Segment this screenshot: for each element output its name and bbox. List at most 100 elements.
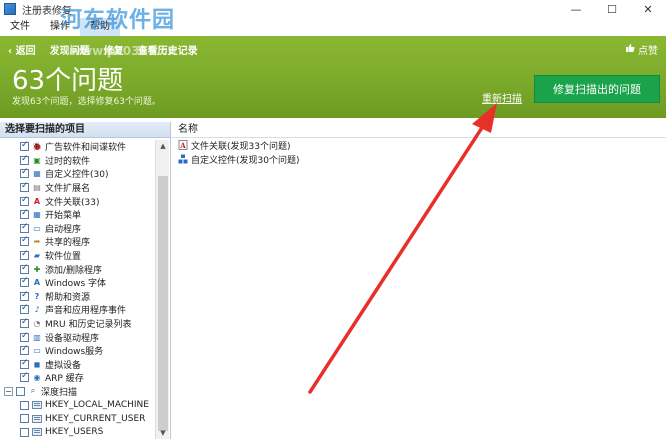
deep-scan-group[interactable]: − ⌕ 深度扫描 <box>0 385 155 399</box>
problem-summary: 发现63个问题，选择修复63个问题。 <box>12 97 161 107</box>
scan-items-tree: 🐞广告软件和间谍软件▣过时的软件▦自定义控件(30)▤文件扩展名A文件关联(33… <box>0 140 155 439</box>
scan-item[interactable]: ? 帮助和资源 <box>0 290 155 304</box>
scan-item-checkbox[interactable] <box>20 371 29 383</box>
scan-item-checkbox[interactable] <box>20 276 29 288</box>
add-remove-icon: ✚ <box>33 264 41 274</box>
scan-item[interactable]: ◼ 虚拟设备 <box>0 358 155 372</box>
svg-text:A: A <box>179 141 186 150</box>
registry-icon <box>32 427 42 437</box>
location-icon: ▰ <box>33 251 41 261</box>
registry-hive-label: HKEY_CURRENT_USER <box>45 413 146 424</box>
column-header-name[interactable]: 名称 <box>172 122 666 138</box>
maximize-button[interactable]: ☐ <box>594 0 630 18</box>
scan-item[interactable]: ▦ 自定义控件(30) <box>0 167 155 181</box>
scan-item[interactable]: ▥ 设备驱动程序 <box>0 330 155 344</box>
registry-hive-item[interactable]: HKEY_LOCAL_MACHINE <box>0 398 155 412</box>
scan-item-label: 启动程序 <box>45 224 82 235</box>
scan-item[interactable]: ▤ 文件扩展名 <box>0 181 155 195</box>
thumbs-up-icon <box>625 43 635 56</box>
scan-items-title: 选择要扫描的项目 <box>0 122 170 138</box>
scan-item-label: ARP 缓存 <box>45 374 84 385</box>
scan-item[interactable]: ◉ ARP 缓存 <box>0 371 155 385</box>
deep-scan-checkbox[interactable] <box>16 386 25 396</box>
scan-item-checkbox[interactable] <box>20 235 29 247</box>
scan-item[interactable]: ▭ 启动程序 <box>0 222 155 236</box>
arp-icon: ◉ <box>33 373 41 383</box>
like-button[interactable]: 点赞 <box>625 42 658 57</box>
result-row[interactable]: A 文件关联(发现33个问题) <box>172 138 666 152</box>
scroll-thumb[interactable] <box>158 176 168 431</box>
scan-item-label: 设备驱动程序 <box>45 333 100 344</box>
sound-icon: ♪ <box>34 305 40 315</box>
scan-item-checkbox[interactable] <box>20 249 29 261</box>
scan-item-checkbox[interactable] <box>20 195 29 206</box>
scan-item-checkbox[interactable] <box>20 358 29 369</box>
registry-icon <box>32 414 42 424</box>
service-icon: ▭ <box>33 346 41 356</box>
scan-item[interactable]: ➦ 共享的程序 <box>0 235 155 249</box>
scan-item[interactable]: ♪ 声音和应用程序事件 <box>0 303 155 317</box>
scan-item[interactable]: ▣ 过时的软件 <box>0 154 155 168</box>
scan-item-checkbox[interactable] <box>20 222 29 233</box>
scan-item[interactable]: ▭ Windows服务 <box>0 344 155 358</box>
scan-item-label: 虚拟设备 <box>45 360 82 371</box>
menu-file[interactable]: 文件 <box>0 18 40 36</box>
scan-item[interactable]: ▦ 开始菜单 <box>0 208 155 222</box>
scan-item-checkbox[interactable] <box>20 331 29 342</box>
scan-item-label: 帮助和资源 <box>45 292 91 303</box>
registry-hive-item[interactable]: HKEY_CURRENT_USER <box>0 412 155 426</box>
scan-item-checkbox[interactable] <box>20 263 29 274</box>
minimize-button[interactable]: — <box>558 0 594 18</box>
like-label: 点赞 <box>638 46 658 57</box>
controls-icon <box>178 154 188 164</box>
document-icon: ▤ <box>33 183 41 193</box>
scan-item-label: 声音和应用程序事件 <box>45 306 127 317</box>
scan-item-label: 添加/删除程序 <box>45 265 103 276</box>
scan-item-label: Windows服务 <box>45 347 104 358</box>
scan-item-checkbox[interactable] <box>20 167 29 179</box>
rescan-link[interactable]: 重新扫描 <box>482 90 522 105</box>
scan-item-checkbox[interactable] <box>20 290 29 301</box>
fix-problems-button[interactable]: 修复扫描出的问题 <box>534 75 660 103</box>
scan-item-checkbox[interactable] <box>20 154 29 165</box>
nav-back[interactable]: ‹ 返回 <box>8 42 36 57</box>
history-icon: ◔ <box>33 319 41 329</box>
registry-hive-checkbox[interactable] <box>20 400 29 410</box>
registry-hive-item[interactable]: HKEY_USERS <box>0 425 155 439</box>
deep-scan-label: 深度扫描 <box>41 387 78 398</box>
scan-item[interactable]: A Windows 字体 <box>0 276 155 290</box>
scroll-up-icon[interactable]: ▲ <box>156 140 170 152</box>
scan-item-checkbox[interactable] <box>20 344 29 356</box>
scan-item-label: Windows 字体 <box>45 279 107 290</box>
scan-item[interactable]: ◔ MRU 和历史记录列表 <box>0 317 155 331</box>
scroll-down-icon[interactable]: ▼ <box>156 427 170 439</box>
trash-icon: ▣ <box>33 155 41 165</box>
scan-item-label: 广告软件和间谍软件 <box>45 143 127 154</box>
registry-hive-checkbox[interactable] <box>20 414 29 424</box>
result-row[interactable]: 自定义控件(发现30个问题) <box>172 152 666 166</box>
registry-icon <box>32 400 42 410</box>
driver-icon: ▥ <box>33 332 41 342</box>
scan-item-checkbox[interactable] <box>20 303 29 315</box>
scan-item-label: 文件扩展名 <box>45 184 91 195</box>
registry-hive-checkbox[interactable] <box>20 427 29 437</box>
scrollbar[interactable]: ▲ ▼ <box>155 140 169 439</box>
scan-item-label: 过时的软件 <box>45 156 91 167</box>
registry-hive-label: HKEY_LOCAL_MACHINE <box>45 400 149 411</box>
scan-item-checkbox[interactable] <box>20 181 29 193</box>
scan-item[interactable]: 🐞广告软件和间谍软件 <box>0 140 155 154</box>
close-button[interactable]: ✕ <box>630 0 666 18</box>
scan-item[interactable]: ▰ 软件位置 <box>0 249 155 263</box>
controls-icon: ▦ <box>33 169 41 179</box>
problem-count-title: 63个问题 <box>12 66 124 96</box>
scan-item-checkbox[interactable] <box>20 317 29 329</box>
scan-item-label: 开始菜单 <box>45 211 82 222</box>
scan-item-checkbox[interactable] <box>20 208 29 220</box>
scan-item[interactable]: A 文件关联(33) <box>0 194 155 208</box>
collapse-icon[interactable]: − <box>4 386 13 396</box>
adware-icon: 🐞 <box>32 142 42 152</box>
window-controls: — ☐ ✕ <box>558 0 666 18</box>
scan-item[interactable]: ✚ 添加/删除程序 <box>0 262 155 276</box>
scan-item-checkbox[interactable] <box>20 140 29 152</box>
scan-item-label: 自定义控件(30) <box>45 170 109 181</box>
